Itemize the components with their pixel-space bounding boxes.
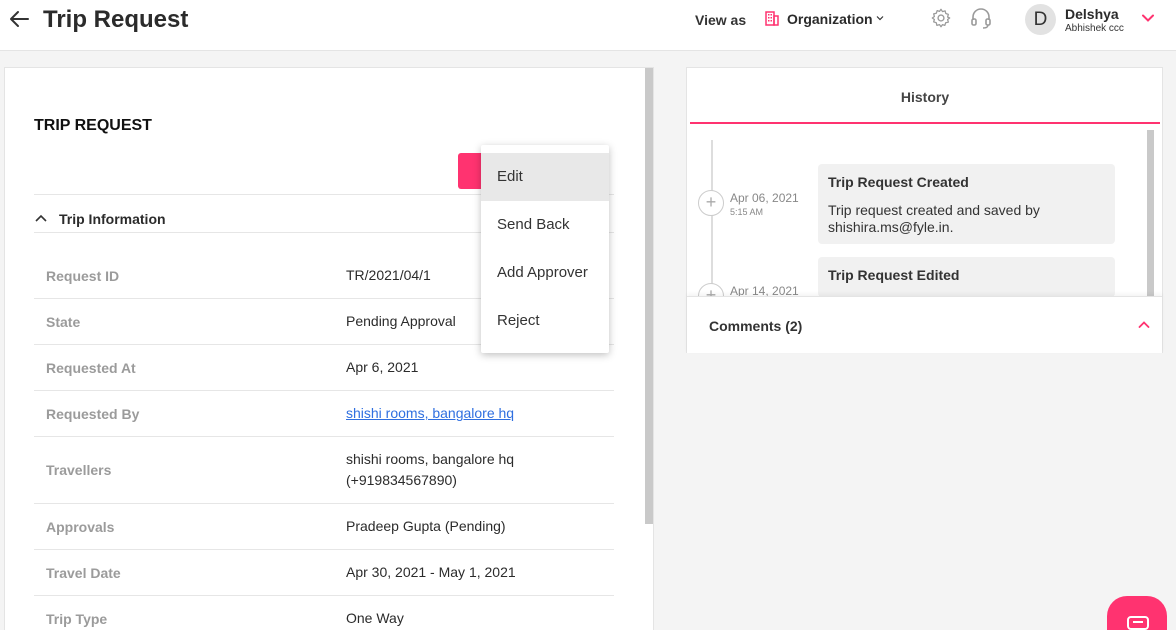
event-time: 5:15 AM [730,207,764,217]
section-title: TRIP REQUEST [34,117,152,134]
scrollbar[interactable] [645,68,653,524]
travel-date-label: Travel Date [46,565,121,581]
requested-at-label: Requested At [46,360,136,376]
divider [34,390,614,391]
divider [34,436,614,437]
event-title: Trip Request Edited [828,267,960,283]
building-icon[interactable] [764,10,780,26]
history-event: Trip Request Created Trip request create… [818,164,1115,244]
chevron-down-icon[interactable] [1141,13,1155,23]
divider [34,503,614,504]
gear-icon[interactable] [930,7,952,29]
event-body: Trip request created and saved by shishi… [828,202,1040,235]
approvals-label: Approvals [46,519,115,535]
user-name[interactable]: Delshya [1065,6,1119,22]
requested-by-link[interactable]: shishi rooms, bangalore hq [346,403,606,424]
trip-type-label: Trip Type [46,611,108,627]
history-event: Trip Request Edited [818,257,1115,297]
scrollbar[interactable] [1147,130,1154,296]
user-organization: Abhishek ccc [1065,23,1124,34]
travellers-label: Travellers [46,462,112,478]
travellers-value: shishi rooms, bangalore hq (+91983456789… [346,451,515,488]
chevron-up-icon[interactable] [34,213,48,223]
travel-date-value: Apr 30, 2021 - May 1, 2021 [346,564,516,580]
tab-history[interactable]: History [690,68,1160,124]
menu-item-reject[interactable]: Reject [481,297,609,345]
chevron-up-icon[interactable] [1138,320,1150,329]
chat-icon [1127,616,1149,630]
divider [34,549,614,550]
avatar[interactable]: D [1025,4,1056,35]
event-date: Apr 06, 2021 [730,191,799,205]
back-arrow-icon[interactable] [8,8,30,30]
requested-at-value: Apr 6, 2021 [346,359,419,375]
page-title: Trip Request [43,6,189,33]
support-headset-icon[interactable] [969,7,993,29]
trip-type-value: One Way [346,610,404,626]
trip-information-header[interactable]: Trip Information [59,211,166,227]
requested-by-label: Requested By [46,406,140,422]
menu-item-add-approver[interactable]: Add Approver [481,249,609,297]
comments-label[interactable]: Comments (2) [709,318,802,334]
plus-icon: + [698,190,724,216]
view-as-label: View as [695,12,747,28]
request-id-label: Request ID [46,268,120,284]
divider [34,595,614,596]
approvals-value: Pradeep Gupta (Pending) [346,518,506,534]
chat-button[interactable] [1107,596,1167,630]
timeline-line [711,140,713,300]
menu-item-send-back[interactable]: Send Back [481,201,609,249]
event-title: Trip Request Created [828,174,969,190]
actions-dropdown-menu: Edit Send Back Add Approver Reject [481,145,609,353]
chevron-down-icon[interactable] [876,14,884,22]
organization-switcher[interactable]: Organization [787,11,873,27]
menu-item-edit[interactable]: Edit [481,153,609,201]
state-label: State [46,314,81,330]
